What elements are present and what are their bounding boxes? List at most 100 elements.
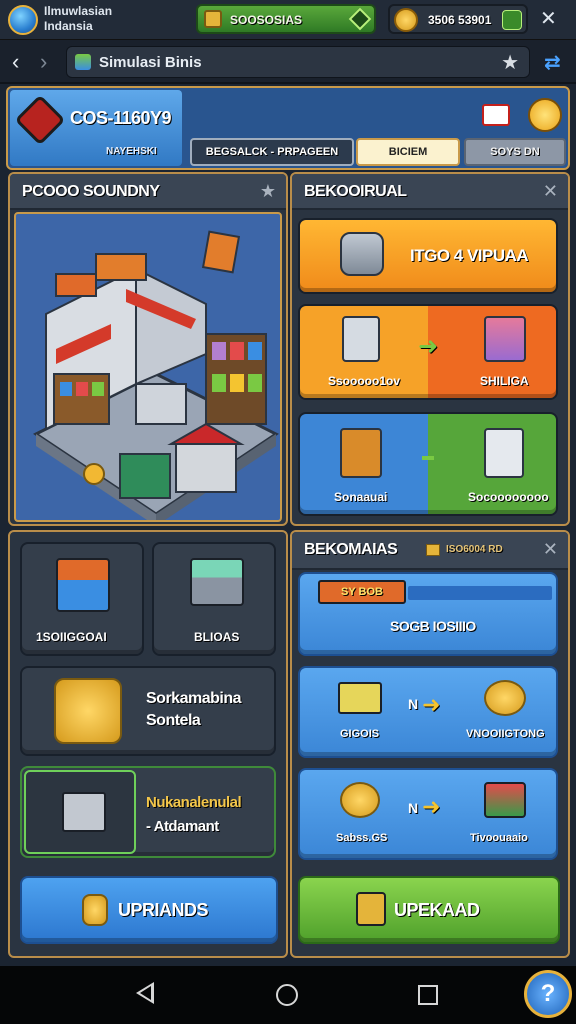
store-illustration-icon <box>33 230 279 520</box>
tab-2[interactable]: SOYS DN <box>464 138 566 166</box>
exit-icon[interactable]: ✕ <box>540 8 557 30</box>
exchange-row-1[interactable]: N ➜ Sabss.GS Tivoouaaio <box>298 768 558 860</box>
coin-icon <box>394 8 418 32</box>
upgrade-item-2-right: Socoooooooo <box>468 490 549 504</box>
register-icon <box>190 558 244 606</box>
exchange-row-0[interactable]: N ➜ GIGOIS VNOOIIGTONG <box>298 666 558 758</box>
upgrade-item-1-left: Ssooooo1ov <box>328 374 401 388</box>
upgrade-item-2[interactable]: Sonaauai Socoooooooo <box>298 412 558 516</box>
tile-register-label: BLIOAS <box>194 630 240 644</box>
tab-1[interactable]: BICIEM <box>356 138 460 166</box>
forward-icon[interactable]: › <box>40 49 47 75</box>
storage-box-icon[interactable] <box>24 770 136 854</box>
address-bar[interactable]: Simulasi Binis ★ <box>66 46 530 78</box>
back-icon[interactable]: ‹ <box>12 49 19 75</box>
store-sub: NAYEHSKI <box>106 146 157 157</box>
cards-stack-icon <box>484 316 526 362</box>
close-icon[interactable]: ✕ <box>543 181 558 202</box>
upgrade-item-1[interactable]: ➜ Ssooooo1ov SHILIGA <box>298 304 558 400</box>
connector-dash-icon <box>422 456 434 460</box>
coin-stack-small-icon <box>82 894 108 926</box>
crate-icon <box>340 428 382 478</box>
mail-icon[interactable] <box>482 104 510 126</box>
upgrade-item-2-left: Sonaauai <box>334 490 388 504</box>
store-panel-header: PCOOO SOUNDNY ★ <box>10 174 286 210</box>
tile-register[interactable]: BLIOAS <box>152 542 276 656</box>
tile-shop-label: 1SOIIGGOAI <box>36 630 107 644</box>
close-icon[interactable]: ✕ <box>543 539 558 560</box>
coins-line2: Sontela <box>146 712 201 729</box>
nav-home-icon[interactable] <box>276 984 298 1006</box>
exchange-panel-subtitle: ISO6004 RD <box>446 544 503 555</box>
help-icon[interactable]: ? <box>524 970 572 1018</box>
upgrade-panel-title: BEKOOIRUAL <box>304 183 407 200</box>
server-icon <box>342 316 380 362</box>
coins-card[interactable]: Sorkamabina Sontela <box>20 666 276 756</box>
page-title: Simulasi Binis <box>99 54 202 71</box>
exchange-banner[interactable]: SY BOB SOGB IOSIIIO <box>298 572 558 656</box>
upgrade-panel-header: BEKOOIRUAL ✕ <box>292 174 568 210</box>
store-badge-icon <box>14 94 66 146</box>
store-id: COS-1160Y9 <box>70 108 172 128</box>
shop-icon <box>56 558 110 612</box>
app-title-line2: Indansia <box>44 19 93 33</box>
resource-cash[interactable]: SOOSOSIAS <box>196 4 376 34</box>
store-panel: PCOOO SOUNDNY ★ <box>8 172 288 526</box>
coins-line1: Sorkamabina <box>146 690 241 707</box>
nav-bar: ‹ › Simulasi Binis ★ ⇄ <box>0 40 576 84</box>
upgrade-panel: BEKOOIRUAL ✕ ITGO 4 VIPUAA ➜ Ssooooo1ov … <box>290 172 570 526</box>
cash-value: SOOSOSIAS <box>230 13 303 27</box>
upgrade-button-left[interactable]: UPRIANDS <box>20 876 278 944</box>
resource-coins[interactable]: 3506 53901 <box>388 4 528 34</box>
upgrade-button-right-label: UPEKAAD <box>394 900 480 920</box>
coin-pile-icon <box>340 782 380 818</box>
arrow-right-icon: ➜ <box>422 794 441 819</box>
exchange-panel-header: BEKOMAIAS ISO6004 RD ✕ <box>292 532 568 570</box>
nav-back-icon-inner <box>140 986 151 1000</box>
title-bar: Ilmuwlasian Indansia SOOSOSIAS 3506 5390… <box>0 0 576 40</box>
storage-card[interactable]: Nukanalenulal - Atdamant <box>20 766 276 858</box>
settings-icon[interactable] <box>528 98 562 132</box>
banner-tag: SY BOB <box>318 580 406 604</box>
upgrade-item-0[interactable]: ITGO 4 VIPUAA <box>298 218 558 294</box>
add-cash-icon[interactable] <box>348 7 372 31</box>
exchange-row-0-mid: N <box>408 696 418 712</box>
store-card: COS-1160Y9 NAYEHSKI <box>10 90 182 166</box>
cash-bundle-icon <box>338 682 382 714</box>
app-title: Ilmuwlasian Indansia <box>44 4 112 34</box>
store-isometric-image[interactable] <box>14 212 282 522</box>
favorite-star-icon[interactable]: ★ <box>260 181 276 202</box>
site-icon <box>75 54 91 70</box>
app-logo-icon <box>8 5 38 35</box>
share-icon[interactable]: ⇄ <box>544 50 561 75</box>
system-nav-bar: ? <box>0 966 576 1024</box>
arrow-right-icon: ➜ <box>418 333 439 360</box>
cash-icon <box>204 10 222 28</box>
coin-value: 3506 53901 <box>428 13 492 27</box>
exchange-row-1-mid: N <box>408 800 418 816</box>
storage-line1: Nukanalenulal <box>146 794 242 811</box>
tile-shop[interactable]: 1SOIIGGOAI <box>20 542 144 656</box>
database-icon <box>340 232 384 276</box>
exchange-row-1-left: Sabss.GS <box>336 832 388 844</box>
exchange-row-0-right: VNOOIIGTONG <box>466 728 545 740</box>
exchange-banner-label: SOGB IOSIIIO <box>390 618 476 634</box>
upgrade-button-right[interactable]: UPEKAAD <box>298 876 560 944</box>
app-title-line1: Ilmuwlasian <box>44 4 113 18</box>
header-strip: COS-1160Y9 NAYEHSKI BEGSALCK - PRPAGEEN … <box>6 86 570 170</box>
bookmark-star-icon[interactable]: ★ <box>501 50 519 75</box>
ticket-stack-icon <box>484 782 526 818</box>
nav-recents-icon[interactable] <box>418 985 438 1005</box>
upgrade-button-left-label: UPRIANDS <box>118 900 209 920</box>
inventory-panel: 1SOIIGGOAI BLIOAS Sorkamabina Sontela Nu… <box>8 530 288 958</box>
exchange-panel-title: BEKOMAIAS <box>304 541 398 558</box>
gold-bar-icon <box>426 544 440 556</box>
coin-icon <box>484 680 526 716</box>
exchange-panel: BEKOMAIAS ISO6004 RD ✕ SY BOB SOGB IOSII… <box>290 530 570 958</box>
gold-crate-icon <box>356 892 386 926</box>
add-coins-icon[interactable] <box>502 10 522 30</box>
tab-0[interactable]: BEGSALCK - PRPAGEEN <box>190 138 354 166</box>
storage-line2: - Atdamant <box>146 818 219 835</box>
arrow-right-icon: ➜ <box>422 692 441 717</box>
store-panel-title: PCOOO SOUNDNY <box>22 183 160 200</box>
